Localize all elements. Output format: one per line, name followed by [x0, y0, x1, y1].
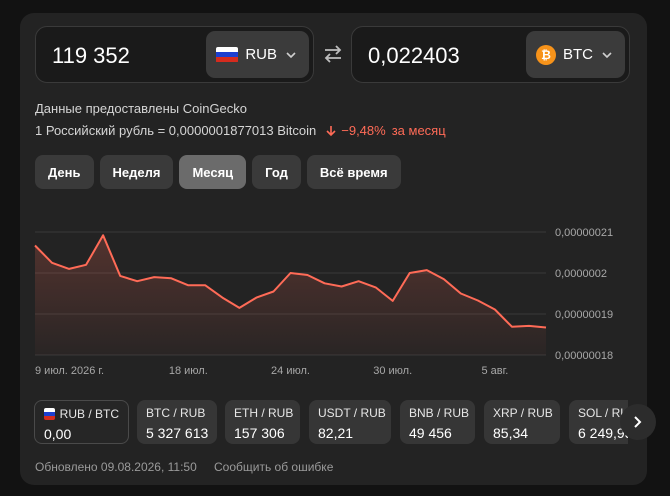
pair-name: XRP / RUB	[493, 406, 553, 420]
pair-tile-usdt-rub[interactable]: USDT / RUB 82,21	[309, 400, 391, 444]
carousel-next-button[interactable]	[620, 404, 656, 440]
chevron-down-icon	[602, 51, 612, 58]
x-tick-label: 9 июл. 2026 г.	[35, 365, 104, 377]
pair-value: 82,21	[318, 425, 354, 441]
pair-name: USDT / RUB	[318, 406, 386, 420]
y-tick-label: 0,00000018	[555, 350, 613, 362]
rate-change-period: за месяц	[391, 123, 446, 138]
pair-tile-xrp-rub[interactable]: XRP / RUB 85,34	[484, 400, 560, 444]
bitcoin-icon: ₿	[536, 44, 556, 65]
rate-change: −9,48%	[326, 123, 386, 138]
russia-flag-icon	[44, 408, 55, 420]
to-currency-select[interactable]: ₿ BTC	[526, 31, 625, 78]
swap-icon[interactable]	[321, 44, 345, 64]
pair-name: ETH / RUB	[234, 406, 294, 420]
y-tick-label: 0,00000021	[555, 227, 613, 239]
report-error-link[interactable]: Сообщить об ошибке	[214, 460, 333, 474]
period-week-button[interactable]: Неделя	[99, 155, 174, 189]
chevron-down-icon	[286, 51, 296, 58]
x-tick-label: 18 июл.	[169, 365, 208, 377]
rate-change-value: −9,48%	[341, 123, 386, 138]
x-tick-label: 24 июл.	[271, 365, 310, 377]
period-year-button[interactable]: Год	[252, 155, 301, 189]
pair-value: 49 456	[409, 425, 452, 441]
y-tick-label: 0,00000019	[555, 309, 613, 321]
pair-tile-btc-rub[interactable]: BTC / RUB 5 327 613	[137, 400, 217, 444]
rate-line: 1 Российский рубль = 0,0000001877013 Bit…	[35, 123, 446, 138]
russia-flag-icon	[216, 46, 239, 63]
to-currency-code: BTC	[563, 46, 593, 63]
pair-name: BTC / RUB	[146, 406, 206, 420]
period-day-button[interactable]: День	[35, 155, 94, 189]
data-source-text: Данные предоставлены CoinGecko	[35, 101, 248, 116]
from-currency-select[interactable]: RUB	[206, 31, 309, 78]
chevron-right-icon	[634, 416, 642, 428]
period-all-time-button[interactable]: Всё время	[306, 155, 401, 189]
pair-name: BNB / RUB	[409, 406, 470, 420]
rate-text: 1 Российский рубль = 0,0000001877013 Bit…	[35, 123, 317, 138]
pair-tile-rub-btc[interactable]: RUB / BTC 0,00	[34, 400, 129, 444]
to-amount-field[interactable]: 0,022403 ₿ BTC	[351, 26, 630, 83]
period-month-button[interactable]: Месяц	[179, 155, 247, 189]
pair-value: 5 327 613	[146, 425, 209, 441]
x-tick-label: 30 июл.	[373, 365, 412, 377]
x-tick-label: 5 авг.	[481, 365, 508, 377]
pair-tile-bnb-rub[interactable]: BNB / RUB 49 456	[400, 400, 475, 444]
from-amount-value[interactable]: 119 352	[52, 43, 130, 69]
from-amount-field[interactable]: 119 352 RUB	[35, 26, 314, 83]
pair-name: RUB / BTC	[59, 407, 119, 421]
y-tick-label: 0,0000002	[555, 268, 607, 280]
arrow-down-icon	[326, 125, 336, 136]
period-tabs: День Неделя Месяц Год Всё время	[35, 155, 401, 189]
rate-chart[interactable]: 0,00000021 0,0000002 0,00000019 0,00000018 9…	[0, 210, 670, 385]
pairs-carousel: RUB / BTC 0,00 BTC / RUB 5 327 613 ETH /…	[34, 400, 628, 446]
updated-text: Обновлено 09.08.2026, 11:50	[35, 460, 197, 474]
from-currency-code: RUB	[245, 46, 277, 63]
pair-value: 0,00	[44, 426, 72, 442]
pair-tile-eth-rub[interactable]: ETH / RUB 157 306	[225, 400, 300, 444]
pair-value: 85,34	[493, 425, 529, 441]
pair-value: 157 306	[234, 425, 285, 441]
to-amount-value[interactable]: 0,022403	[368, 43, 460, 69]
